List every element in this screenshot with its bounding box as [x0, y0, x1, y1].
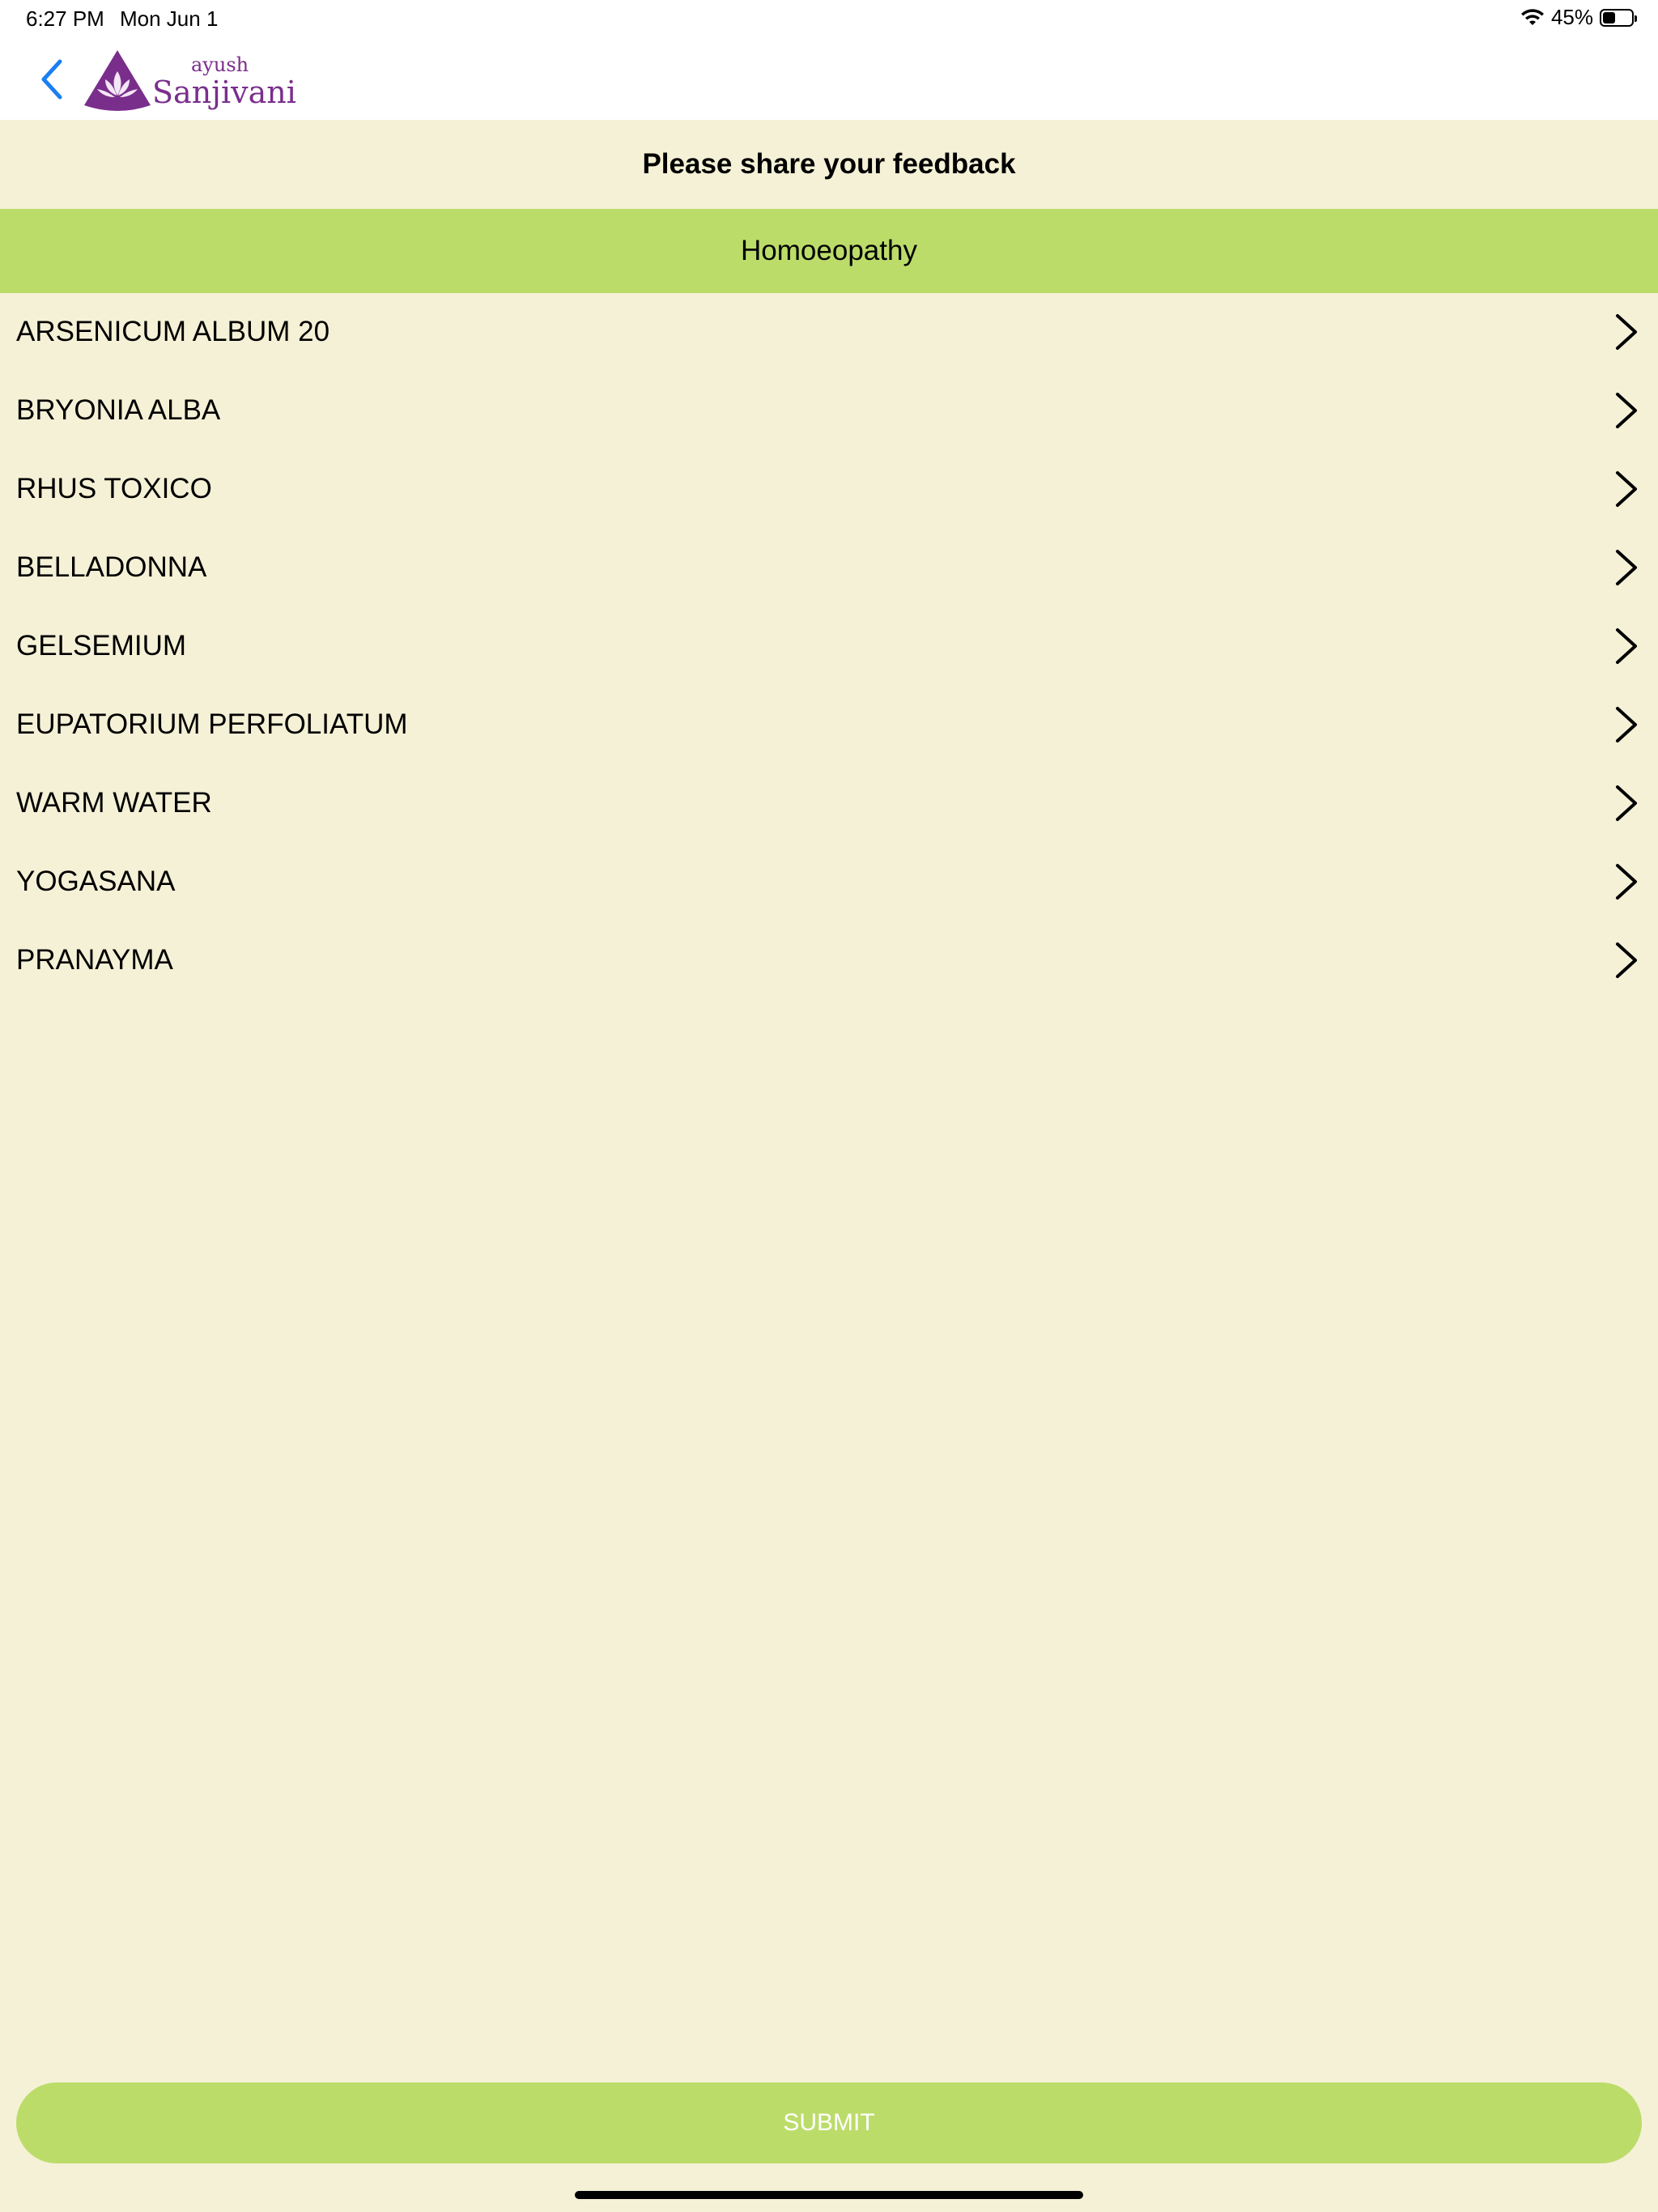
list-item-8[interactable]: PRANAYMA — [0, 921, 1658, 1000]
list-item-label: ARSENICUM ALBUM 20 — [16, 316, 330, 347]
wifi-icon — [1520, 8, 1544, 25]
list-item-label: GELSEMIUM — [16, 630, 187, 661]
status-time: 6:27 PM — [26, 6, 104, 31]
battery-icon — [1600, 8, 1637, 27]
logo-sub-text: ayush — [191, 53, 249, 76]
list-item-6[interactable]: WARM WATER — [0, 764, 1658, 843]
status-date: Mon Jun 1 — [120, 6, 219, 31]
list-item-label: BRYONIA ALBA — [16, 394, 221, 426]
chevron-right-icon — [1616, 550, 1637, 585]
list-item-5[interactable]: EUPATORIUM PERFOLIATUM — [0, 686, 1658, 764]
chevron-left-icon — [41, 59, 62, 100]
chevron-right-icon — [1616, 942, 1637, 978]
battery-nub — [1635, 15, 1637, 22]
submit-button[interactable]: SUBMIT — [16, 2082, 1642, 2163]
status-right: 45% — [1520, 5, 1637, 30]
chevron-right-icon — [1616, 393, 1637, 428]
lotus-logo-icon — [84, 50, 151, 111]
logo-main-text: Sanjivani — [152, 74, 296, 110]
list-item-7[interactable]: YOGASANA — [0, 843, 1658, 921]
category-header: Homoeopathy — [0, 209, 1658, 293]
chevron-right-icon — [1616, 471, 1637, 507]
status-bar: 6:27 PM Mon Jun 1 45% — [0, 0, 1658, 39]
chevron-right-icon — [1616, 785, 1637, 821]
list-item-3[interactable]: BELLADONNA — [0, 529, 1658, 607]
list-item-label: WARM WATER — [16, 787, 212, 819]
remedy-list: ARSENICUM ALBUM 20 BRYONIA ALBA RHUS TOX… — [0, 293, 1658, 1000]
app-logo: ayush Sanjivani — [81, 47, 296, 115]
page-title: Please share your feedback — [642, 148, 1016, 180]
list-item-label: RHUS TOXICO — [16, 473, 212, 504]
battery-fill — [1603, 11, 1615, 23]
list-item-4[interactable]: GELSEMIUM — [0, 607, 1658, 686]
list-item-label: BELLADONNA — [16, 551, 207, 583]
list-item-1[interactable]: BRYONIA ALBA — [0, 372, 1658, 450]
home-indicator — [575, 2191, 1083, 2199]
battery-percent: 45% — [1550, 5, 1593, 29]
list-item-label: EUPATORIUM PERFOLIATUM — [16, 708, 408, 740]
list-item-2[interactable]: RHUS TOXICO — [0, 450, 1658, 529]
list-item-label: PRANAYMA — [16, 944, 173, 976]
chevron-right-icon — [1616, 628, 1637, 664]
back-button[interactable] — [32, 55, 73, 104]
list-item-0[interactable]: ARSENICUM ALBUM 20 — [0, 293, 1658, 372]
list-item-label: YOGASANA — [16, 866, 176, 897]
chevron-right-icon — [1616, 314, 1637, 350]
chevron-right-icon — [1616, 864, 1637, 900]
chevron-right-icon — [1616, 707, 1637, 742]
nav-bar: ayush Sanjivani — [0, 39, 1658, 120]
